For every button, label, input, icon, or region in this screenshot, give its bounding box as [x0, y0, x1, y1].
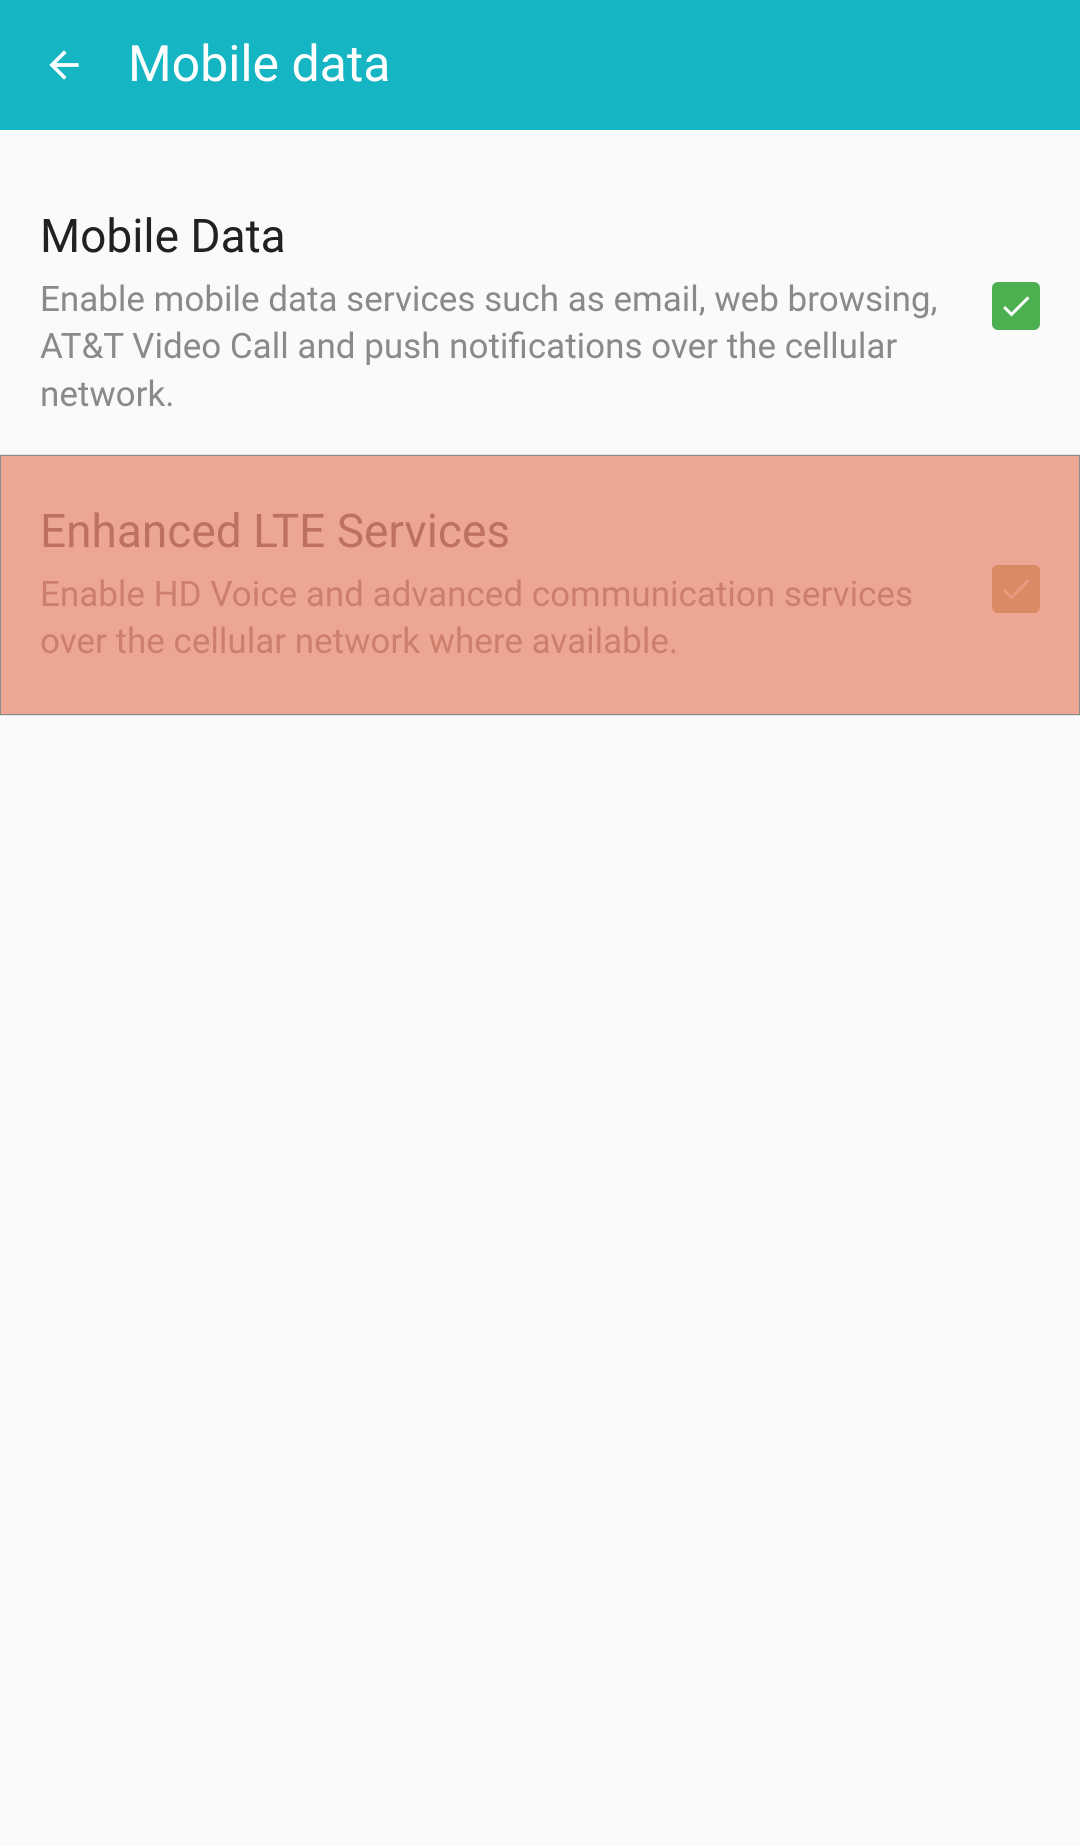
check-icon: [998, 288, 1034, 324]
setting-text-block: Enhanced LTE Services Enable HD Voice an…: [40, 505, 992, 666]
arrow-left-icon: [42, 43, 86, 87]
page-title: Mobile data: [128, 36, 390, 94]
setting-text-block: Mobile Data Enable mobile data services …: [40, 210, 992, 418]
checkbox-checked: [992, 565, 1040, 613]
mobile-data-checkbox[interactable]: [992, 282, 1040, 330]
setting-mobile-data[interactable]: Mobile Data Enable mobile data services …: [0, 180, 1080, 455]
enhanced-lte-checkbox[interactable]: [992, 565, 1040, 613]
checkbox-checked: [992, 282, 1040, 330]
check-icon: [998, 571, 1034, 607]
setting-title: Enhanced LTE Services: [40, 505, 962, 559]
setting-enhanced-lte[interactable]: Enhanced LTE Services Enable HD Voice an…: [0, 455, 1080, 717]
back-button[interactable]: [40, 41, 88, 89]
app-header: Mobile data: [0, 0, 1080, 130]
setting-description: Enable HD Voice and advanced communica­t…: [40, 571, 962, 666]
settings-list: Mobile Data Enable mobile data services …: [0, 130, 1080, 716]
setting-description: Enable mobile data services such as emai…: [40, 276, 962, 418]
setting-title: Mobile Data: [40, 210, 962, 264]
